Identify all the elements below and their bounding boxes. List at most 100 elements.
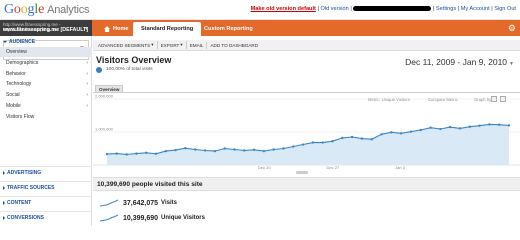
caret-right-icon [3,185,5,190]
standard-reporting-tab[interactable]: Standard Reporting [133,22,202,36]
metric-value: 10,399,690 [123,214,159,222]
data-point [223,147,226,150]
chevron-right-icon: › [86,59,88,66]
data-point [252,148,256,152]
account-selector[interactable]: http://www.fitnessspring.me - http://www… [0,20,92,36]
data-point [331,140,334,143]
make-old-version-default-link[interactable]: Make old version default [251,6,316,12]
sidebar-item-mobile[interactable]: Mobile › [0,101,92,111]
visitors-chart: 2,000,000 1,000,000 Dec 20 Dec 27 Jan 3 [93,92,520,172]
chevron-right-icon: › [86,81,88,88]
data-point [243,149,246,152]
data-point [135,152,138,155]
data-point [448,125,452,129]
settings-link[interactable]: Settings [436,6,456,12]
old-version-link[interactable]: Old version [320,6,348,12]
metric-unique-visitors[interactable]: 10,399,690 Unique Visitors [100,212,205,224]
sidebar-section-conversions[interactable]: CONVERSIONS [0,213,92,222]
data-point [125,153,128,156]
sidebar-divider [0,181,92,182]
sidebar-section-label: ADVERTISING [7,169,42,176]
sign-out-link[interactable]: Sign Out [494,6,516,12]
profile-name: www.fitnessspring.me [DEFAULT] [3,27,89,33]
data-point [194,148,197,151]
sidebar-item-technology[interactable]: Technology › [0,79,92,89]
google-analytics-logo[interactable]: Google Analytics [4,2,89,18]
sidebar-section-advertising[interactable]: ADVERTISING [0,168,92,177]
metric-label: Unique Visitors [161,215,205,221]
data-point [380,133,383,136]
sidebar-divider [0,211,92,212]
data-point [350,135,354,139]
sidebar-divider [0,196,92,197]
add-to-dashboard-button[interactable]: ADD TO DASHBOARD [207,42,261,49]
sidebar-item-demographics[interactable]: Demographics › [0,58,92,68]
caret-right-icon [3,215,5,220]
sidebar-section-traffic-sources[interactable]: TRAFFIC SOURCES [0,183,92,192]
custom-reporting-tab[interactable]: Custom Reporting [196,22,261,36]
sidebar-divider [0,166,92,167]
data-point [341,136,344,140]
data-point [262,149,266,153]
caret-right-icon [3,170,5,175]
sidebar-item-label: Behavior [6,70,26,77]
sidebar-item-behavior[interactable]: Behavior › [0,69,92,79]
percent-total-visits: 100.00% of total visits [106,67,153,72]
data-point [174,148,177,152]
chevron-down-icon: ▼ [84,26,89,32]
caret-down-icon [3,40,7,43]
sidebar-item-overview[interactable]: Overview [0,47,92,57]
data-point [458,127,462,130]
home-tab[interactable]: Home [96,22,137,36]
analytics-app: Google Analytics Make old version default… [0,0,520,226]
sidebar-item-social[interactable]: Social › [0,90,92,100]
x-tick-label: Dec 27 [327,165,340,170]
report-toolbar: ADVANCED SEGMENTS ▾ EXPORT ▾ EMAIL ADD TO … [93,40,520,51]
data-point [439,127,442,131]
data-point [321,141,324,144]
chart-resize-handle[interactable] [296,171,308,174]
data-point [105,152,109,156]
data-point [213,149,217,153]
data-point [272,148,275,151]
series-area [107,124,509,165]
data-point [154,152,158,155]
chevron-right-icon: › [86,92,88,99]
people-visited-summary: 10,399,690 people visited this site [97,181,203,188]
data-point [311,141,315,144]
sidebar-item-label: Visitors Flow [6,113,35,120]
email-button[interactable]: EMAIL [187,41,208,49]
redacted-email [353,6,432,12]
data-point [419,128,422,132]
metric-visits[interactable]: 37,642,075 Visits [100,197,177,209]
data-point [203,149,207,152]
date-range-picker[interactable]: Dec 11, 2009 - Jan 9, 2010 ▼ [405,57,514,67]
home-icon [104,26,110,32]
data-point [282,147,285,150]
chevron-right-icon: › [86,70,88,77]
sidebar-section-content[interactable]: CONTENT [0,198,92,207]
my-account-link[interactable]: My Account [461,6,490,12]
data-point [399,132,403,135]
data-point [292,145,295,148]
export-button[interactable]: EXPORT ▾ [158,41,187,49]
gear-icon[interactable]: ⚙ [508,23,516,33]
chevron-right-icon: › [86,103,88,109]
advanced-segments-button[interactable]: ADVANCED SEGMENTS ▾ [95,41,158,49]
data-point [360,137,364,140]
sidebar-item-label: Technology [6,81,32,88]
sparkline-icon [100,214,118,222]
sidebar-section-audience[interactable]: AUDIENCE [0,37,92,46]
chevron-down-icon: ▾ [151,42,154,47]
y-tick-label: 2,000,000 [95,94,114,99]
data-point [429,126,432,129]
sidebar-item-visitors-flow[interactable]: Visitors Flow [0,112,92,122]
data-point [409,130,413,133]
data-point [145,151,148,154]
data-point [507,124,511,127]
data-point [164,149,168,153]
data-point [233,148,236,151]
chevron-down-icon: ▼ [509,61,514,67]
top-bar: Google Analytics Make old version default… [0,0,520,20]
data-point [301,143,305,146]
